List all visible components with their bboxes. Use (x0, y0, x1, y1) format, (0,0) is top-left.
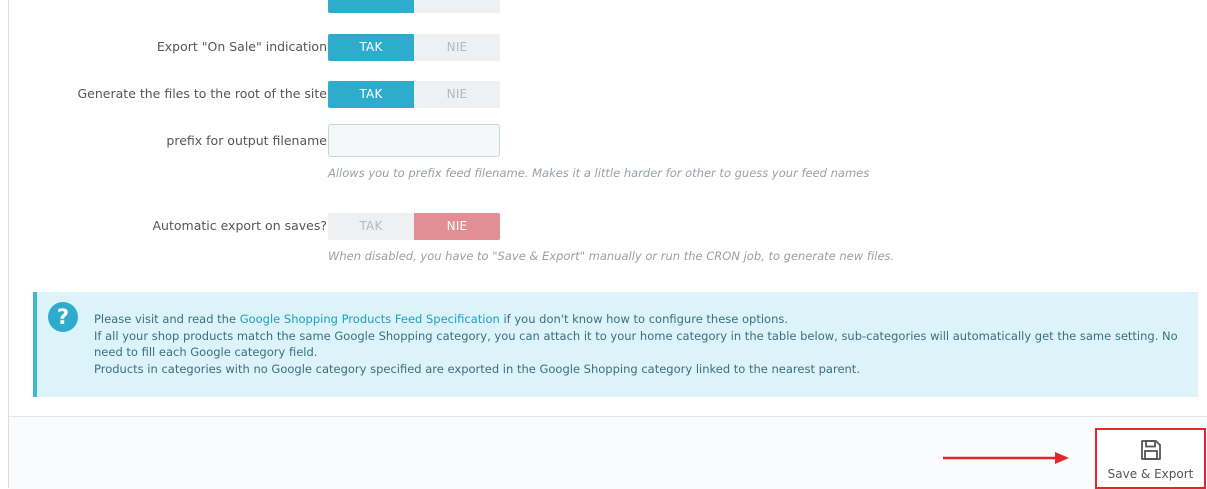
cut-off-switch-on (328, 0, 414, 13)
setting-label-auto-export: Automatic export on saves? (152, 218, 328, 233)
setting-row-on-sale: Export "On Sale" indication TAK NIE (9, 32, 1207, 62)
auto-export-help-text: When disabled, you have to "Save & Expor… (328, 249, 895, 263)
floppy-disk-icon (1140, 440, 1161, 460)
root-files-no-option[interactable]: NIE (414, 81, 500, 108)
info-alert: ? Please visit and read the Google Shopp… (33, 292, 1198, 397)
auto-export-yes-option[interactable]: TAK (328, 213, 414, 240)
setting-row-prefix: prefix for output filename (9, 126, 1207, 156)
save-export-label: Save & Export (1107, 467, 1194, 481)
on-sale-no-option[interactable]: NIE (414, 34, 500, 61)
cut-off-switch-off (414, 0, 500, 13)
root-files-switch[interactable]: TAK NIE (328, 81, 500, 108)
red-arrow-annotation (943, 452, 1069, 464)
setting-row-root-files: Generate the files to the root of the si… (9, 79, 1207, 109)
alert-line1-pre: Please visit and read the (94, 312, 240, 326)
root-files-yes-option[interactable]: TAK (328, 81, 414, 108)
setting-label-prefix: prefix for output filename (166, 133, 327, 148)
setting-label-on-sale: Export "On Sale" indication (156, 39, 327, 54)
prefix-input[interactable] (328, 124, 500, 157)
settings-panel: Export "On Sale" indication TAK NIE Gene… (8, 0, 1207, 489)
alert-line1-post: if you don't know how to configure these… (499, 312, 789, 326)
auto-export-switch[interactable]: TAK NIE (328, 213, 500, 240)
spec-link[interactable]: Google Shopping Products Feed Specificat… (240, 312, 500, 326)
save-export-button[interactable]: Save & Export (1095, 428, 1206, 489)
info-alert-text: Please visit and read the Google Shoppin… (94, 311, 1184, 377)
setting-row-auto-export: Automatic export on saves? TAK NIE (9, 211, 1207, 241)
cut-off-switch[interactable] (328, 0, 500, 13)
on-sale-switch[interactable]: TAK NIE (328, 34, 500, 61)
on-sale-yes-option[interactable]: TAK (328, 34, 414, 61)
setting-label-root-files: Generate the files to the root of the si… (77, 86, 328, 101)
question-icon: ? (48, 302, 78, 332)
prefix-help-text: Allows you to prefix feed filename. Make… (328, 166, 870, 180)
info-alert-line-2: If all your shop products match the same… (94, 328, 1178, 360)
auto-export-no-option[interactable]: NIE (414, 213, 500, 240)
info-alert-line-1: Please visit and read the Google Shoppin… (94, 311, 1184, 328)
info-alert-line-3: Products in categories with no Google ca… (94, 361, 860, 376)
